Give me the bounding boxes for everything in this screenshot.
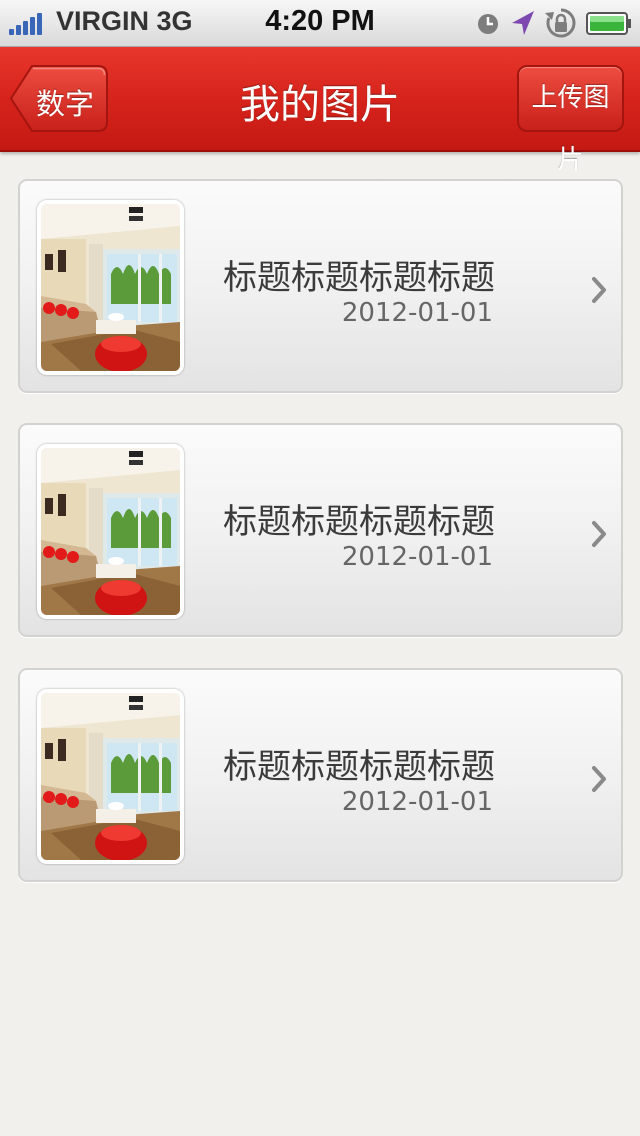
clock-icon <box>478 14 498 34</box>
rotation-lock-icon <box>545 8 576 38</box>
navigation-bar: 数字 我的图片 上传图片 <box>0 47 640 175</box>
location-arrow-icon <box>512 11 534 35</box>
living-room-thumbnail <box>37 689 184 864</box>
chevron-right-icon <box>592 766 606 792</box>
item-title: 标题标题标题标题 <box>223 502 495 542</box>
status-bar: VIRGIN 3G 4:20 PM <box>0 0 640 47</box>
living-room-thumbnail <box>37 444 184 619</box>
battery-icon <box>586 12 631 35</box>
upload-image-button[interactable]: 上传图片 <box>517 65 624 175</box>
item-title: 标题标题标题标题 <box>223 747 495 787</box>
list-item[interactable]: 标题标题标题标题 2012-01-01 <box>18 179 623 393</box>
list-item[interactable]: 标题标题标题标题 2012-01-01 <box>18 423 623 637</box>
chevron-right-icon <box>592 277 606 303</box>
living-room-image <box>41 693 180 860</box>
living-room-image <box>41 448 180 615</box>
list-item[interactable]: 标题标题标题标题 2012-01-01 <box>18 668 623 882</box>
item-date: 2012-01-01 <box>341 787 493 817</box>
item-date: 2012-01-01 <box>341 542 493 572</box>
item-title: 标题标题标题标题 <box>223 258 495 298</box>
living-room-thumbnail <box>37 200 184 375</box>
item-date: 2012-01-01 <box>341 298 493 328</box>
living-room-image <box>41 204 180 371</box>
chevron-right-icon <box>592 521 606 547</box>
